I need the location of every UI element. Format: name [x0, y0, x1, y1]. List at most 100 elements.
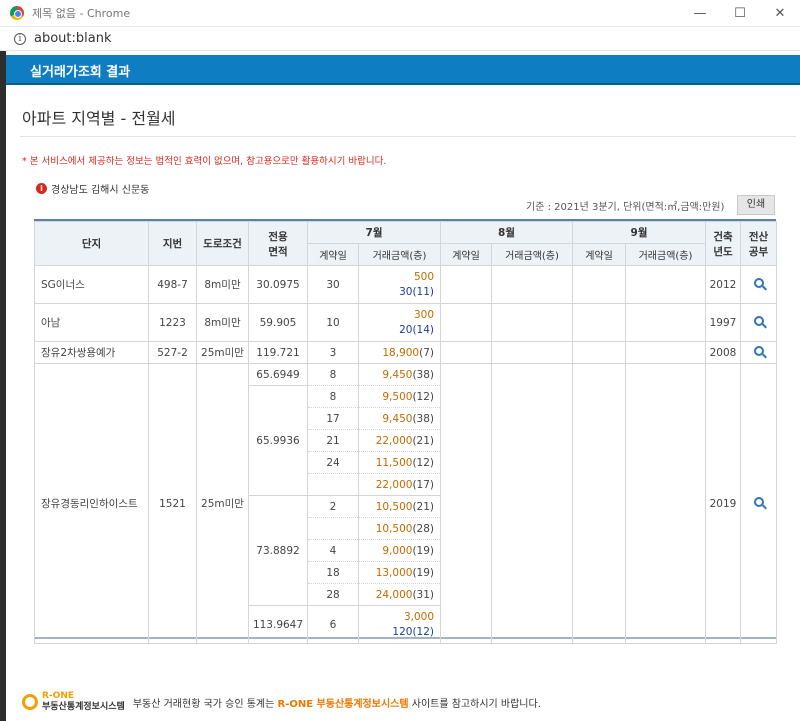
floor-value: (7): [419, 346, 434, 359]
floor-value: (28): [412, 522, 434, 535]
floor-value: (11): [412, 285, 434, 298]
amount-cell: 300 20(14): [358, 303, 441, 342]
ledger-cell[interactable]: [740, 363, 777, 644]
empty-cell: [572, 303, 626, 342]
close-button[interactable]: ✕: [760, 0, 800, 27]
header-road: 도로조건: [196, 221, 249, 266]
complex-name: SG이너스: [34, 265, 149, 304]
floor-value: (38): [412, 412, 434, 425]
magnifier-icon[interactable]: [753, 497, 764, 507]
sale-amount: 9,000: [382, 544, 413, 557]
empty-cell: [440, 363, 492, 644]
url-text[interactable]: about:blank: [34, 31, 112, 46]
floor-value: (12): [412, 625, 434, 638]
floor-value: (12): [412, 456, 434, 469]
table-row: 장유경동리인하이스트 1521 25m미만 65.6949 8 9,450(38…: [34, 363, 777, 644]
header-amount-7: 거래금액(층): [358, 243, 441, 266]
footer-link[interactable]: R-ONE 부동산통계정보시스템: [278, 695, 409, 710]
lot-cell: 1223: [148, 303, 197, 342]
empty-cell: [625, 341, 706, 364]
day-cell: 28: [307, 583, 359, 606]
complex-name: 장유2차쌍용예가: [34, 341, 149, 364]
print-button[interactable]: 인쇄: [737, 195, 775, 215]
footer-text-1: 부동산 거래현황 국가 승인 통계는: [132, 698, 275, 710]
empty-cell: [572, 363, 626, 644]
footer-text-2: 사이트를 참고하시기 바랍니다.: [411, 698, 541, 710]
empty-cell: [440, 303, 492, 342]
ledger-cell[interactable]: [740, 303, 777, 342]
header-amount-9: 거래금액(층): [625, 243, 706, 266]
window-title: 제목 없음 - Chrome: [32, 7, 131, 20]
magnifier-icon[interactable]: [753, 346, 764, 356]
ledger-cell[interactable]: [740, 265, 777, 304]
day-cell: [307, 473, 359, 496]
day-cell: 10: [307, 303, 359, 342]
amount-cell: 3,000 120(12): [358, 605, 441, 644]
day-cell: 17: [307, 407, 359, 430]
header-month-8: 8월: [440, 221, 573, 244]
complex-name: 장유경동리인하이스트: [34, 363, 149, 644]
amount-cell: 9,450(38): [358, 363, 441, 386]
table-row: 장유2차쌍용예가 527-2 25m미만 119.721 3 18,900(7)…: [34, 341, 777, 364]
title-divider: [20, 136, 796, 137]
amount-cell: 10,500(28): [358, 517, 441, 540]
day-cell: 6: [307, 605, 359, 644]
sale-amount: 22,000: [375, 478, 413, 491]
header-day-8: 계약일: [440, 243, 492, 266]
empty-cell: [440, 265, 492, 304]
maximize-button[interactable]: ☐: [720, 0, 760, 27]
region-label: i 경상남도 김해시 신문동: [36, 181, 149, 196]
header-day-9: 계약일: [572, 243, 626, 266]
day-cell: 2: [307, 495, 359, 518]
minimize-button[interactable]: —: [680, 0, 720, 27]
road-cell: 25m미만: [196, 363, 249, 644]
area-cell: 73.8892: [248, 495, 308, 606]
day-cell: 4: [307, 539, 359, 562]
amount-cell: 500 30(11): [358, 265, 441, 304]
built-cell: 1997: [705, 303, 741, 342]
sale-amount: 22,000: [375, 434, 413, 447]
sale-amount: 13,000: [375, 566, 413, 579]
logo-top-text: R-ONE: [42, 691, 74, 701]
info-icon[interactable]: i: [14, 32, 26, 45]
sale-amount: 10,500: [375, 522, 413, 535]
lot-cell: 527-2: [148, 341, 197, 364]
built-cell: 2012: [705, 265, 741, 304]
floor-value: (21): [412, 434, 434, 447]
empty-cell: [572, 265, 626, 304]
area-cell: 30.0975: [248, 265, 308, 304]
table-row: 아남 1223 8m미만 59.905 10 300 20(14) 1997: [34, 303, 777, 342]
logo-bottom-text: 부동산통계정보시스템: [42, 702, 125, 712]
header-ledger: 전산 공부: [740, 221, 777, 266]
result-header-title: 실거래가조회 결과: [30, 65, 131, 80]
header-area: 전용 면적: [248, 221, 308, 266]
sale-amount: 11,500: [375, 456, 413, 469]
window-controls: — ☐ ✕: [680, 0, 800, 27]
left-edge-bar: [0, 51, 6, 721]
deposit-amount: 300: [413, 308, 434, 321]
deposit-amount: 3,000: [403, 610, 434, 623]
magnifier-icon[interactable]: [753, 278, 764, 288]
empty-cell: [625, 303, 706, 342]
table-row: SG이너스 498-7 8m미만 30.0975 30 500 30(11) 20…: [34, 265, 777, 304]
floor-value: (21): [412, 500, 434, 513]
address-bar[interactable]: i about:blank: [0, 27, 800, 51]
window-titlebar: 제목 없음 - Chrome — ☐ ✕: [0, 0, 800, 27]
header-month-9: 9월: [572, 221, 706, 244]
magnifier-icon[interactable]: [753, 316, 764, 326]
ledger-cell[interactable]: [740, 341, 777, 364]
empty-cell: [491, 265, 573, 304]
chrome-logo-icon: [10, 6, 24, 20]
amount-cell: 22,000(17): [358, 473, 441, 496]
footer: R-ONE 부동산통계정보시스템 부동산 거래현황 국가 승인 통계는 R-ON…: [22, 691, 541, 713]
amount-cell: 18,900(7): [358, 341, 441, 364]
rone-logo[interactable]: R-ONE 부동산통계정보시스템: [22, 691, 125, 713]
day-cell: 21: [307, 429, 359, 452]
area-cell: 119.721: [248, 341, 308, 364]
floor-value: (14): [412, 323, 434, 336]
rone-logo-icon: [22, 694, 38, 710]
location-icon: i: [36, 183, 47, 194]
day-cell: 18: [307, 561, 359, 584]
floor-value: (12): [412, 390, 434, 403]
amount-cell: 9,500(12): [358, 385, 441, 408]
